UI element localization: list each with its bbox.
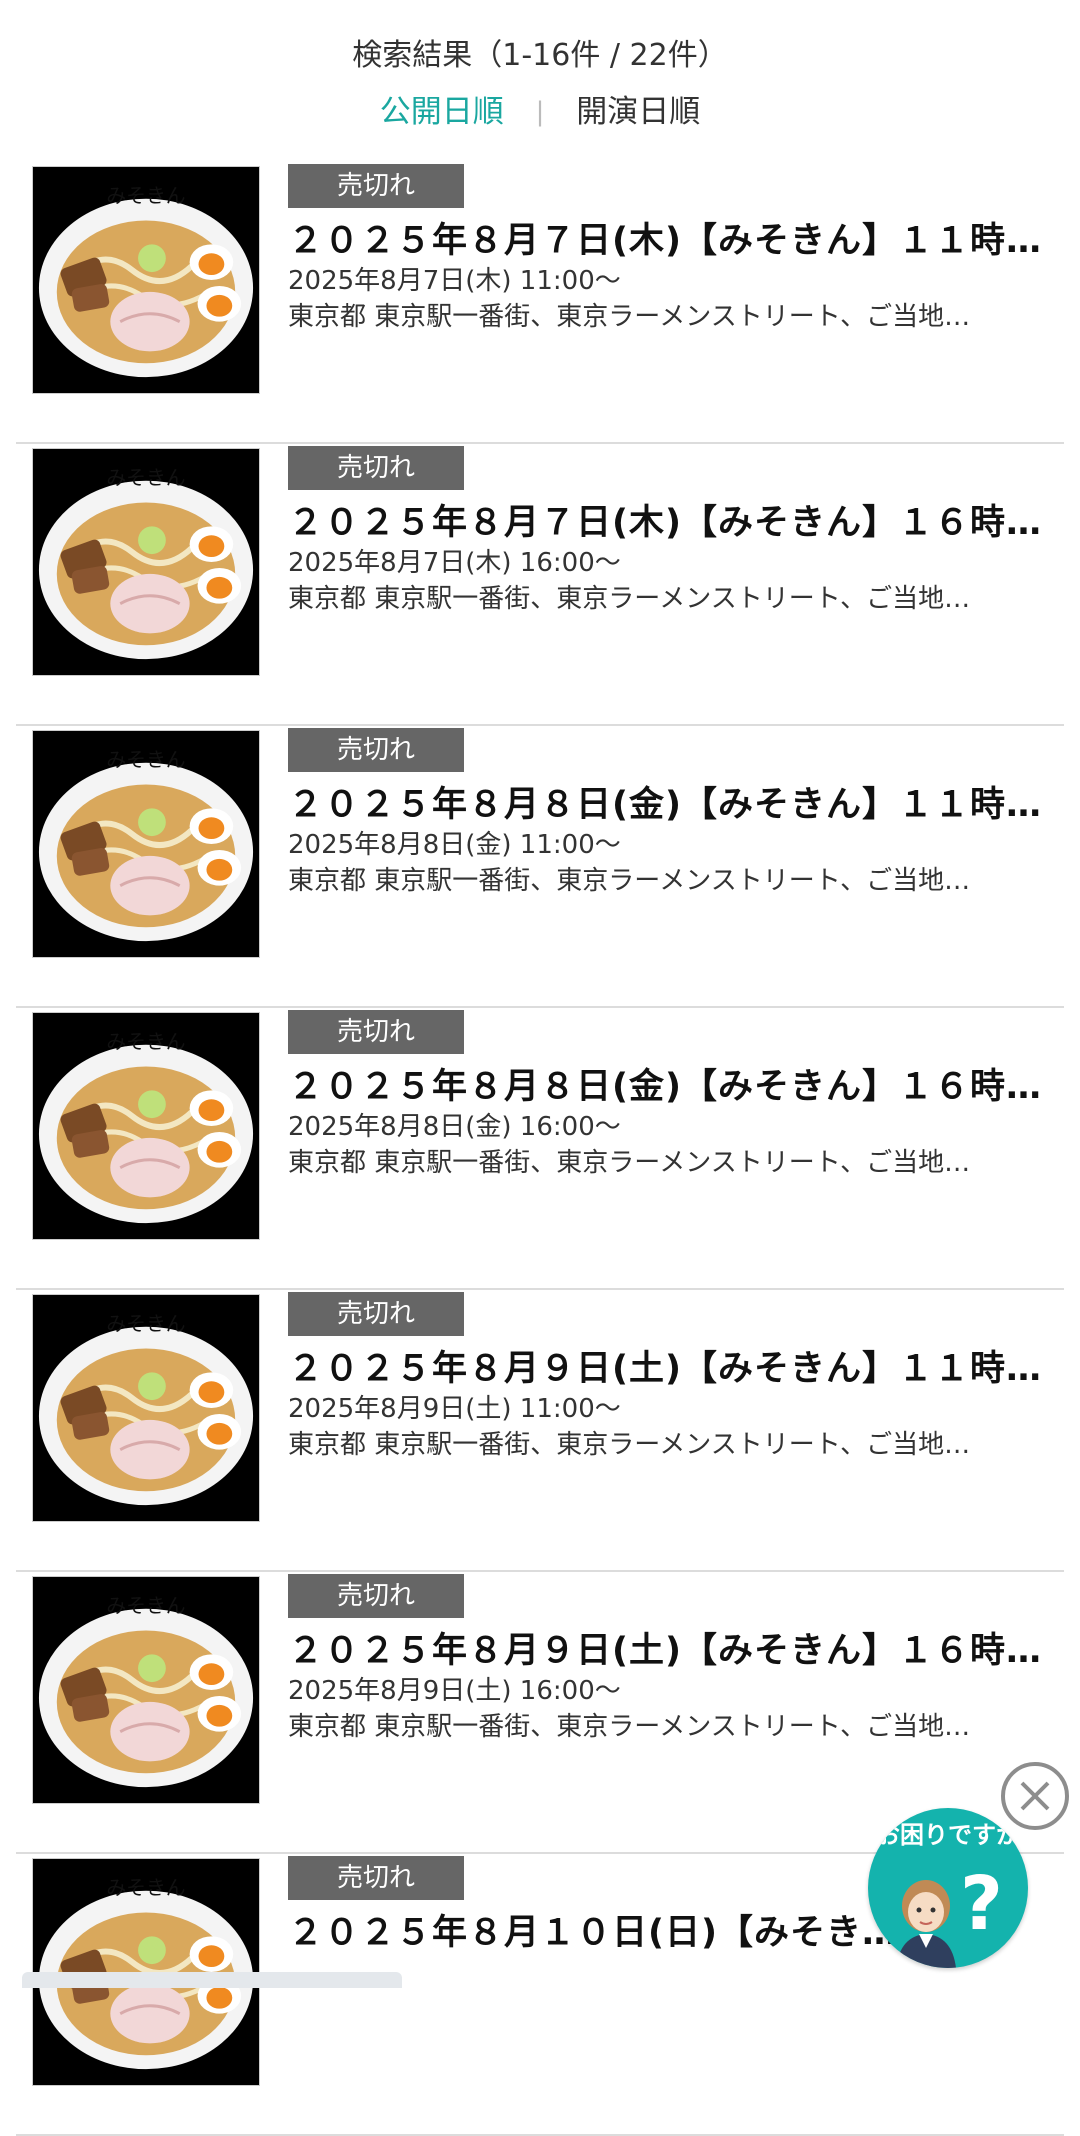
thumbnail-brand-text: みそきん	[106, 1877, 185, 1900]
event-venue: 東京都 東京駅一番街、東京ラーメンストリート、ご当地…	[288, 1148, 971, 1178]
help-chat-button[interactable]: お困りですか ?	[868, 1808, 1028, 1968]
event-venue: 東京都 東京駅一番街、東京ラーメンストリート、ご当地…	[288, 1712, 971, 1742]
thumbnail-brand-text: みそきん	[106, 1595, 185, 1618]
event-datetime: 2025年8月7日(木) 16:00～	[288, 548, 621, 578]
event-datetime: 2025年8月8日(金) 11:00～	[288, 830, 621, 860]
sold-out-badge: 売切れ	[288, 1010, 464, 1054]
event-title[interactable]: ２０２５年８月９日(土)【みそきん】１６時…	[288, 1622, 1064, 1673]
sold-out-badge: 売切れ	[288, 728, 464, 772]
sold-out-badge: 売切れ	[288, 164, 464, 208]
sort-separator: |	[535, 97, 545, 127]
ramen-bowl-image: みそきん	[33, 1295, 259, 1521]
result-count: 検索結果（1-16件 / 22件）	[352, 38, 728, 73]
event-thumbnail: みそきん	[32, 1012, 260, 1240]
help-text: お困りですか	[876, 1821, 1020, 1849]
event-thumbnail: みそきん	[32, 1576, 260, 1804]
ramen-bowl-image: みそきん	[33, 449, 259, 675]
event-thumbnail: みそきん	[32, 166, 260, 394]
help-question-icon: ?	[960, 1861, 1003, 1947]
close-icon	[1020, 1781, 1050, 1811]
event-list-item[interactable]: みそきん 売切れ ２０２５年８月７日(木)【みそきん】１１時… 2025年8月7…	[16, 162, 1064, 444]
event-datetime: 2025年8月9日(土) 11:00～	[288, 1394, 621, 1424]
event-title[interactable]: ２０２５年８月８日(金)【みそきん】１６時…	[288, 1058, 1064, 1109]
event-list-item[interactable]: みそきん 売切れ ２０２５年８月７日(木)【みそきん】１６時… 2025年8月7…	[16, 444, 1064, 726]
help-close-button[interactable]	[1001, 1762, 1069, 1830]
sold-out-badge: 売切れ	[288, 1856, 464, 1900]
sold-out-badge: 売切れ	[288, 1292, 464, 1336]
event-list-item[interactable]: みそきん 売切れ ２０２５年８月８日(金)【みそきん】１６時… 2025年8月8…	[16, 1008, 1064, 1290]
event-title[interactable]: ２０２５年８月７日(木)【みそきん】１１時…	[288, 212, 1064, 263]
event-thumbnail: みそきん	[32, 448, 260, 676]
event-datetime: 2025年8月9日(土) 16:00～	[288, 1676, 621, 1706]
thumbnail-brand-text: みそきん	[106, 749, 185, 772]
event-thumbnail: みそきん	[32, 1294, 260, 1522]
event-title[interactable]: ２０２５年８月９日(土)【みそきん】１１時…	[288, 1340, 1064, 1391]
sort-performance-date[interactable]: 開演日順	[576, 94, 700, 130]
thumbnail-brand-text: みそきん	[106, 467, 185, 490]
event-venue: 東京都 東京駅一番街、東京ラーメンストリート、ご当地…	[288, 584, 971, 614]
event-list-item[interactable]: みそきん 売切れ ２０２５年８月９日(土)【みそきん】１１時… 2025年8月9…	[16, 1290, 1064, 1572]
ramen-bowl-image: みそきん	[33, 1013, 259, 1239]
event-title[interactable]: ２０２５年８月７日(木)【みそきん】１６時…	[288, 494, 1064, 545]
support-avatar-icon	[896, 1880, 956, 1968]
event-list-item[interactable]: みそきん 売切れ ２０２５年８月８日(金)【みそきん】１１時… 2025年8月8…	[16, 726, 1064, 1008]
sort-bar: 公開日順 | 開演日順	[0, 86, 1080, 131]
bottom-bar	[22, 1972, 402, 1988]
thumbnail-brand-text: みそきん	[106, 1313, 185, 1336]
event-list-item[interactable]: みそきん 売切れ ２０２５年８月９日(土)【みそきん】１６時… 2025年8月9…	[16, 1572, 1064, 1854]
thumbnail-brand-text: みそきん	[106, 185, 185, 208]
sold-out-badge: 売切れ	[288, 446, 464, 490]
ramen-bowl-image: みそきん	[33, 1577, 259, 1803]
event-datetime: 2025年8月8日(金) 16:00～	[288, 1112, 621, 1142]
event-venue: 東京都 東京駅一番街、東京ラーメンストリート、ご当地…	[288, 866, 971, 896]
event-thumbnail: みそきん	[32, 730, 260, 958]
thumbnail-brand-text: みそきん	[106, 1031, 185, 1054]
ramen-bowl-image: みそきん	[33, 167, 259, 393]
ramen-bowl-image: みそきん	[33, 731, 259, 957]
event-venue: 東京都 東京駅一番街、東京ラーメンストリート、ご当地…	[288, 302, 971, 332]
sort-published-date[interactable]: 公開日順	[380, 94, 504, 130]
event-title[interactable]: ２０２５年８月８日(金)【みそきん】１１時…	[288, 776, 1064, 827]
event-venue: 東京都 東京駅一番街、東京ラーメンストリート、ご当地…	[288, 1430, 971, 1460]
sold-out-badge: 売切れ	[288, 1574, 464, 1618]
results-header: 検索結果（1-16件 / 22件） 公開日順 | 開演日順	[0, 0, 1080, 150]
event-datetime: 2025年8月7日(木) 11:00～	[288, 266, 621, 296]
